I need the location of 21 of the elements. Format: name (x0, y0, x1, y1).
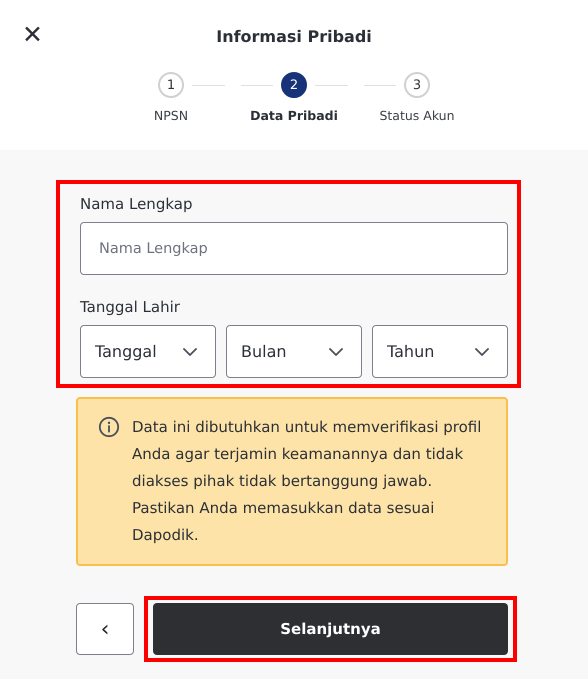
chevron-down-icon (329, 348, 343, 356)
name-input-field[interactable]: Nama Lengkap (80, 222, 508, 275)
step-number: 1 (158, 72, 184, 98)
chevron-down-icon (475, 348, 489, 356)
step-number: 2 (281, 72, 307, 98)
info-icon (98, 416, 120, 438)
step-label: NPSN (154, 108, 188, 123)
dropdown-field[interactable]: Tanggal (80, 325, 216, 378)
step-label: Data Pribadi (250, 108, 338, 123)
chevron-down-icon (183, 348, 197, 356)
dropdown-field[interactable]: Bulan (226, 325, 362, 378)
next-button[interactable]: Selanjutnya (153, 603, 508, 655)
notice-text: Data ini dibutuhkan untuk memverifikasi profil Anda agar terjamin keamanannya dan tidak diakses pihak tidak bertanggung jawab. Pastikan Anda memasukkan data sesuai Dapodik. (132, 417, 482, 546)
step-label: Status Akun (379, 108, 455, 123)
close-icon[interactable]: ✕ (22, 20, 43, 50)
page-title: Informasi Pribadi (216, 26, 372, 46)
field-label: Tanggal Lahir (80, 297, 181, 317)
field-label: Nama Lengkap (80, 194, 194, 214)
dropdown-field[interactable]: Tahun (372, 325, 508, 378)
step-number: 3 (404, 72, 430, 98)
back-button[interactable]: ‹ (76, 603, 134, 655)
